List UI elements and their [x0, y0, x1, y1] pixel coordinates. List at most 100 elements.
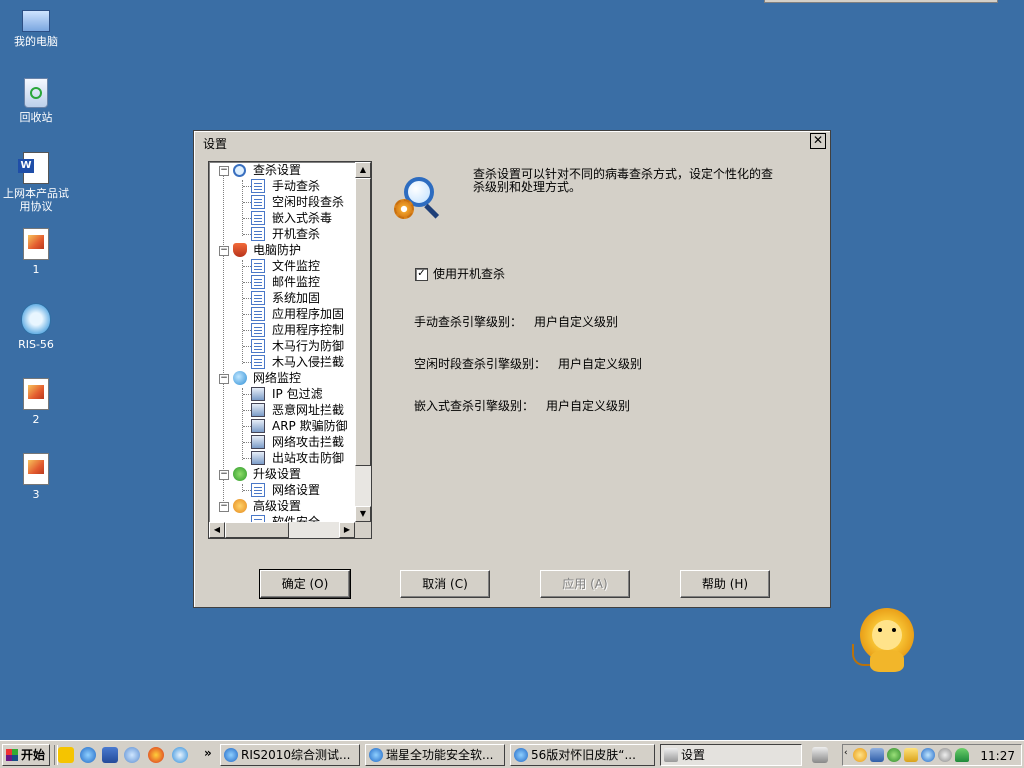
- task-button-56-skin[interactable]: 56版对怀旧皮肤“...: [510, 744, 655, 766]
- tree-item-malicious-url[interactable]: 恶意网址拦截: [209, 402, 355, 418]
- tree-group-label: 电脑防护: [253, 243, 302, 257]
- tree-group-scan-settings[interactable]: − 查杀设置: [209, 162, 355, 178]
- tree-item-trojan-intrusion[interactable]: 木马入侵拦截: [209, 354, 355, 370]
- desktop-icon-3[interactable]: 3: [0, 453, 72, 501]
- tree-group-label: 查杀设置: [253, 163, 302, 177]
- scroll-down-arrow-icon[interactable]: ▼: [355, 506, 371, 522]
- volume-icon[interactable]: [938, 748, 952, 762]
- help-button[interactable]: 帮助 (H): [680, 570, 770, 598]
- umbrella-icon[interactable]: [955, 748, 969, 762]
- tree-item-label: ARP 欺骗防御: [272, 419, 348, 433]
- vertical-scrollbar[interactable]: ▲ ▼: [355, 162, 371, 522]
- windows-flag-icon: [6, 749, 18, 761]
- tree-item-arp-defense[interactable]: ARP 欺骗防御: [209, 418, 355, 434]
- page-icon: [251, 211, 265, 225]
- vertical-scroll-thumb[interactable]: [355, 178, 371, 466]
- media-player-icon[interactable]: [124, 747, 140, 763]
- tree-group-pc-protection[interactable]: − 电脑防护: [209, 242, 355, 258]
- collapse-toggle[interactable]: −: [219, 374, 229, 384]
- dialog-titlebar[interactable]: 设置 ✕: [195, 132, 829, 151]
- quicklaunch-more[interactable]: »: [204, 746, 212, 760]
- browser-icon[interactable]: [148, 747, 164, 763]
- desktop-icon-my-computer[interactable]: 我的电脑: [0, 4, 72, 48]
- ok-button[interactable]: 确定 (O): [259, 569, 351, 599]
- rising-monitor-icon[interactable]: [921, 748, 935, 762]
- network-connection-icon[interactable]: [870, 748, 884, 762]
- clock[interactable]: 11:27: [980, 748, 1015, 764]
- update-icon[interactable]: [887, 748, 901, 762]
- tree-group-network-monitor[interactable]: − 网络监控: [209, 370, 355, 386]
- tree-group-advanced-settings[interactable]: − 高级设置: [209, 498, 355, 514]
- tree-item-label: 应用程序控制: [272, 323, 345, 337]
- close-button[interactable]: ✕: [810, 133, 826, 149]
- rising-lion-mascot[interactable]: [852, 606, 918, 676]
- tree-item-ip-filter[interactable]: IP 包过滤: [209, 386, 355, 402]
- tree-item-idle-scan[interactable]: 空闲时段查杀: [209, 194, 355, 210]
- cancel-button[interactable]: 取消 (C): [400, 570, 490, 598]
- tree-item-label: 开机查杀: [272, 227, 321, 241]
- tree-item-label: 手动查杀: [272, 179, 321, 193]
- task-button-settings[interactable]: 设置: [660, 744, 802, 766]
- tree-item-app-control[interactable]: 应用程序控制: [209, 322, 355, 338]
- quick-search-icon[interactable]: [172, 747, 188, 763]
- tree-item-label: 邮件监控: [272, 275, 321, 289]
- tree-item-startup-scan[interactable]: 开机查杀: [209, 226, 355, 242]
- task-button-rising-suite[interactable]: 瑞星全功能安全软...: [365, 744, 505, 766]
- recycle-bin-icon: [24, 78, 48, 108]
- collapse-toggle[interactable]: −: [219, 246, 229, 256]
- tree-item-label: 木马入侵拦截: [272, 355, 345, 369]
- tree-item-embedded-scan[interactable]: 嵌入式杀毒: [209, 210, 355, 226]
- qq-icon[interactable]: [853, 748, 867, 762]
- tree-item-outbound-defense[interactable]: 出站攻击防御: [209, 450, 355, 466]
- folder-icon[interactable]: [904, 748, 918, 762]
- scroll-right-arrow-icon[interactable]: ▶: [339, 522, 355, 538]
- tree-item-system-hardening[interactable]: 系统加固: [209, 290, 355, 306]
- tray-expand-icon[interactable]: ‹: [844, 748, 848, 758]
- page-icon: [251, 355, 265, 369]
- tree-item-label: 恶意网址拦截: [272, 403, 345, 417]
- collapse-toggle[interactable]: −: [219, 470, 229, 480]
- scroll-up-arrow-icon[interactable]: ▲: [355, 162, 371, 178]
- show-desktop-icon[interactable]: [102, 747, 118, 763]
- task-button-ris2010[interactable]: RIS2010综合测试...: [220, 744, 360, 766]
- internet-explorer-icon[interactable]: [80, 747, 96, 763]
- desktop-icon-ris-56[interactable]: RIS-56: [0, 303, 72, 351]
- tree-line: [243, 298, 251, 299]
- wps-icon[interactable]: [58, 747, 74, 763]
- tree-line: [243, 458, 251, 459]
- tree-item-mail-monitor[interactable]: 邮件监控: [209, 274, 355, 290]
- desktop-icon-1[interactable]: 1: [0, 228, 72, 276]
- advanced-settings-icon: [233, 499, 247, 513]
- network-monitor-icon: [233, 371, 247, 385]
- section-description: 查杀设置可以针对不同的病毒查杀方式，设定个性化的查杀级别和处理方式。: [473, 167, 774, 194]
- tree-item-app-hardening[interactable]: 应用程序加固: [209, 306, 355, 322]
- image-file-icon: [23, 378, 49, 410]
- tree-line: [243, 346, 251, 347]
- collapse-toggle[interactable]: −: [219, 166, 229, 176]
- horizontal-scroll-thumb[interactable]: [225, 522, 289, 538]
- page-icon: [251, 339, 265, 353]
- keyboard-icon[interactable]: [812, 747, 828, 763]
- tree-line: [243, 330, 251, 331]
- start-button[interactable]: 开始: [2, 744, 50, 766]
- desktop-icon-2[interactable]: 2: [0, 378, 72, 426]
- tree-item-manual-scan[interactable]: 手动查杀: [209, 178, 355, 194]
- horizontal-scrollbar[interactable]: ◀ ▶: [209, 522, 355, 538]
- collapse-toggle[interactable]: −: [219, 502, 229, 512]
- startup-scan-checkbox[interactable]: ✓: [415, 268, 428, 281]
- settings-tree[interactable]: − 查杀设置 手动查杀 空闲时段查杀 嵌入式杀毒 开机查杀 − 电脑防护 文件监…: [208, 161, 372, 539]
- task-label: 56版对怀旧皮肤“...: [531, 748, 636, 762]
- tree-line: [243, 362, 251, 363]
- tree-item-trojan-behavior[interactable]: 木马行为防御: [209, 338, 355, 354]
- tree-item-attack-block[interactable]: 网络攻击拦截: [209, 434, 355, 450]
- desktop-icon-trial-agreement[interactable]: 上网本产品试用协议: [0, 152, 72, 213]
- apply-button[interactable]: 应用 (A): [540, 570, 630, 598]
- tree-item-label: 系统加固: [272, 291, 321, 305]
- desktop-icon-recycle-bin[interactable]: 回收站: [0, 78, 72, 124]
- tree-item-network-settings[interactable]: 网络设置: [209, 482, 355, 498]
- tree-group-upgrade-settings[interactable]: − 升级设置: [209, 466, 355, 482]
- desktop-icon-label: RIS-56: [18, 338, 54, 351]
- desktop-icon-label: 我的电脑: [14, 35, 58, 48]
- scroll-left-arrow-icon[interactable]: ◀: [209, 522, 225, 538]
- tree-item-file-monitor[interactable]: 文件监控: [209, 258, 355, 274]
